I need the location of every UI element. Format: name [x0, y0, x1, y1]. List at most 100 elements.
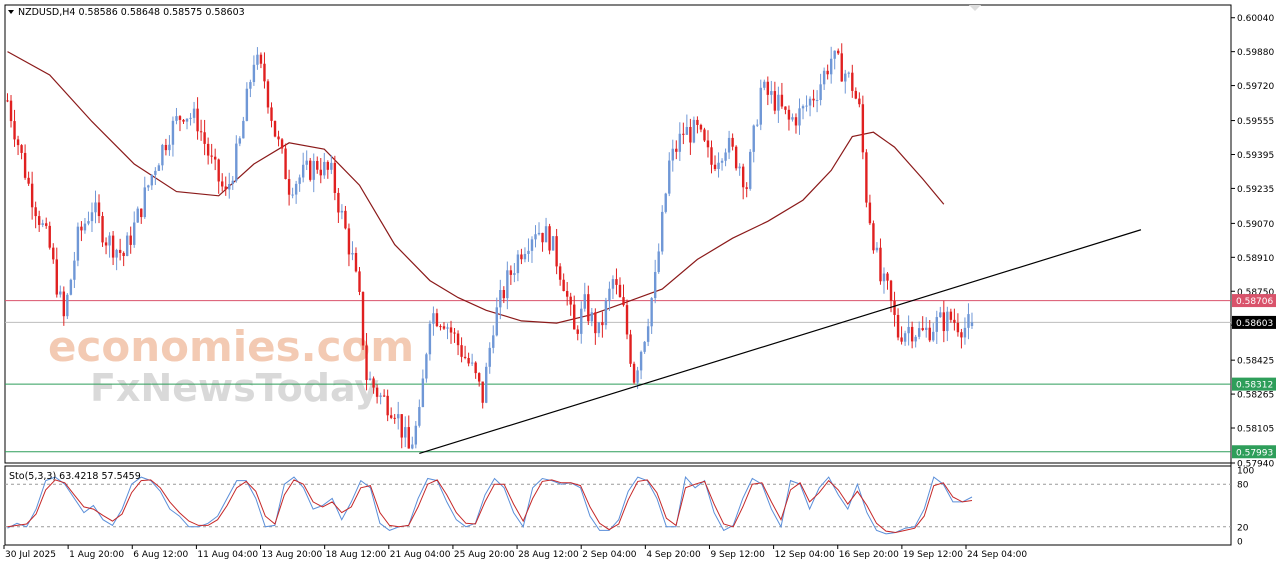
candle-body: [502, 289, 506, 299]
candle-body: [678, 133, 682, 152]
candle-body: [822, 70, 826, 85]
candle-body: [224, 186, 227, 190]
candle-body: [837, 50, 840, 54]
candle-body: [580, 308, 583, 334]
candle-body: [467, 357, 470, 364]
candle-body: [921, 328, 924, 331]
candle-body: [94, 202, 97, 213]
chart-svg: economies.com FxNewsToday 0.60040 0.59880…: [3, 4, 1276, 560]
candle-body: [530, 239, 534, 251]
candle-body: [280, 139, 284, 149]
candle-body: [122, 252, 125, 256]
time-tick-label: 21 Aug 04:00: [390, 550, 451, 560]
current-label: 0.58603: [1236, 319, 1273, 329]
candle-body: [140, 208, 143, 218]
candle-body: [801, 106, 805, 109]
price-tick-label: 0.58265: [1237, 391, 1274, 401]
candle-body: [154, 170, 157, 175]
candle-body: [182, 119, 185, 122]
candle-body: [548, 226, 551, 251]
candle-body: [206, 143, 210, 156]
candle-body: [770, 91, 773, 95]
candle-body: [294, 183, 298, 195]
candle-body: [439, 326, 442, 328]
candle-body: [474, 362, 477, 374]
candle-body: [794, 117, 798, 126]
candle-body: [488, 347, 491, 367]
candle-body: [763, 81, 766, 88]
candle-body: [397, 414, 400, 419]
candle-body: [435, 313, 439, 327]
candle-body: [625, 305, 629, 335]
candle-body: [717, 162, 720, 170]
candle-body: [178, 116, 182, 120]
candle-body: [766, 81, 770, 95]
candle-body: [808, 98, 812, 106]
candle-body: [886, 273, 889, 281]
candle-body: [562, 279, 565, 292]
candle-body: [270, 107, 273, 121]
candle-body: [706, 140, 710, 148]
candle-body: [449, 327, 453, 333]
candle-body: [682, 133, 685, 135]
candle-body: [932, 331, 935, 341]
stochastic-tick-label: 0: [1237, 538, 1243, 548]
candle-body: [608, 288, 611, 301]
candle-body: [910, 326, 914, 342]
candle-body: [815, 100, 819, 102]
candle-body: [104, 242, 108, 246]
candle-body: [425, 354, 428, 379]
candle-body: [956, 322, 960, 333]
time-tick-label: 19 Sep 12:00: [903, 550, 963, 560]
time-tick-label: 1 Aug 20:00: [69, 550, 124, 560]
candle-body: [249, 82, 252, 89]
candle-body: [675, 148, 678, 152]
candle-body: [569, 296, 572, 305]
candle-body: [87, 221, 90, 224]
candle-body: [601, 322, 604, 326]
price-tick-label: 0.60040: [1237, 14, 1274, 24]
candle-body: [819, 84, 822, 101]
candle-body: [428, 323, 432, 355]
candle-body: [372, 378, 375, 388]
time-tick-label: 13 Aug 20:00: [262, 550, 323, 560]
candle-body: [597, 322, 601, 334]
candle-body: [351, 252, 354, 255]
candle-body: [668, 160, 671, 194]
candle-body: [453, 332, 456, 334]
candle-body: [509, 270, 513, 275]
price-tick-label: 0.59880: [1237, 48, 1274, 58]
candle-body: [492, 335, 495, 348]
price-tick-label: 0.58105: [1237, 425, 1274, 435]
candle-body: [83, 223, 87, 231]
candle-body: [791, 117, 794, 120]
candle-body: [460, 345, 463, 357]
candle-body: [344, 210, 347, 229]
candle-body: [210, 155, 213, 157]
candle-body: [661, 211, 664, 252]
candle-body: [812, 98, 815, 101]
candle-body: [287, 179, 291, 195]
candle-body: [358, 271, 361, 292]
candle-body: [6, 100, 9, 102]
price-tick-label: 0.59235: [1237, 185, 1274, 195]
candle-body: [291, 194, 294, 196]
candle-body: [587, 294, 590, 322]
candle-body: [161, 144, 164, 166]
candle-body: [231, 180, 234, 185]
candle-body: [470, 362, 474, 364]
candle-body: [456, 333, 460, 346]
candle-body: [657, 251, 660, 272]
candle-body: [375, 387, 379, 397]
candle-body: [411, 444, 414, 449]
candle-body: [759, 87, 762, 125]
candle-body: [777, 94, 780, 111]
candle-body: [115, 249, 118, 258]
candle-body: [868, 202, 872, 224]
candle-body: [407, 427, 410, 449]
candle-body: [903, 333, 907, 342]
candle-body: [16, 139, 20, 146]
candle-body: [685, 126, 689, 135]
candle-body: [330, 162, 333, 170]
candle-body: [840, 53, 843, 82]
